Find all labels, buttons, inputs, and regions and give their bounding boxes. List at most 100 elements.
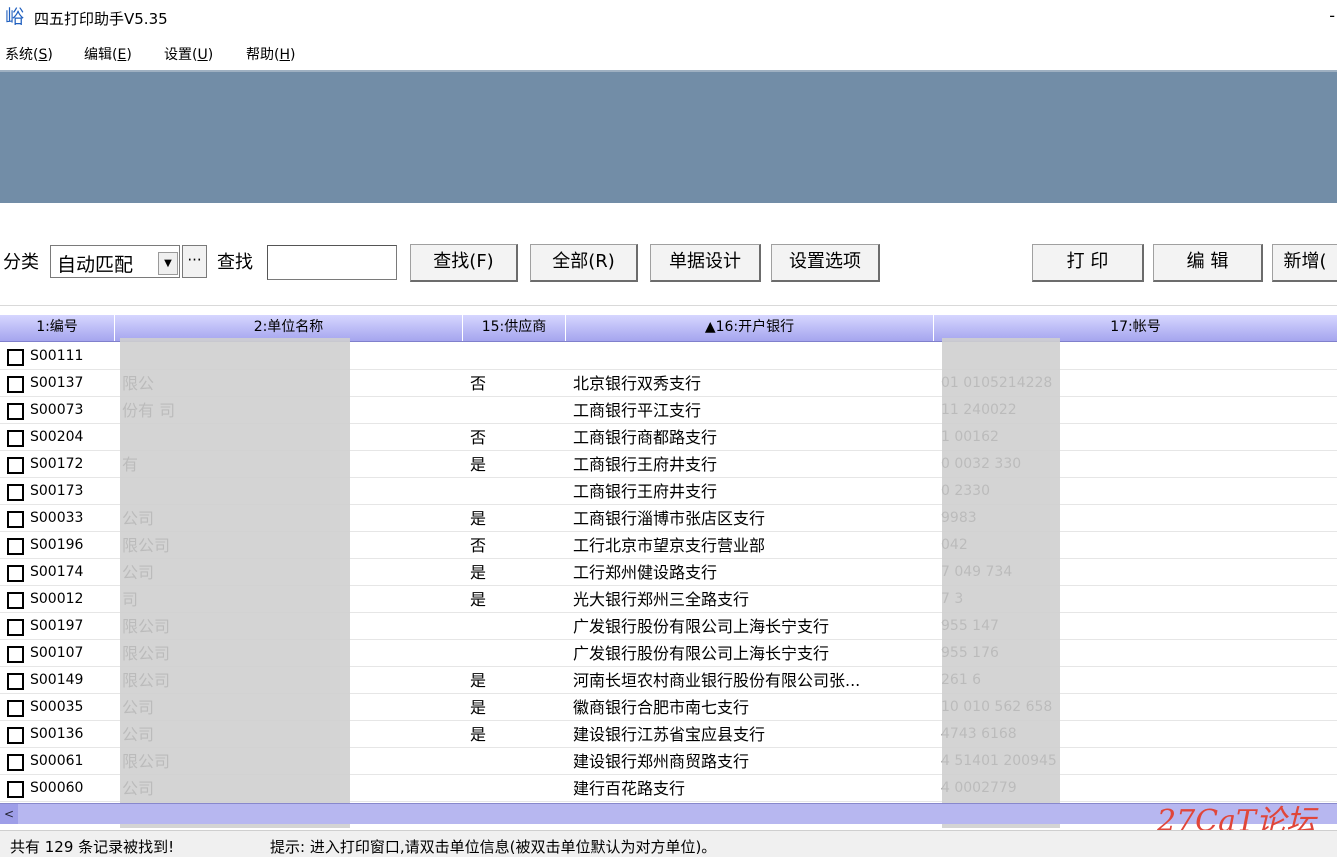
cell-code: S00137 — [30, 375, 84, 391]
cell-supplier: 是 — [470, 725, 487, 744]
cell-code: S00073 — [30, 402, 84, 418]
row-checkbox[interactable] — [7, 484, 24, 501]
row-checkbox[interactable] — [7, 565, 24, 582]
cell-bank: 工行北京市望京支行营业部 — [573, 536, 766, 555]
cell-supplier — [470, 775, 560, 802]
menu-bar: 系统(S) 编辑(E) 设置(U) 帮助(H) — [0, 38, 1337, 68]
cell-supplier: 是 — [470, 698, 487, 717]
cell-bank: 工商银行王府井支行 — [573, 482, 718, 501]
row-checkbox[interactable] — [7, 376, 24, 393]
cell-code: S00172 — [30, 456, 84, 472]
search-input[interactable] — [267, 245, 397, 280]
cell-code: S00107 — [30, 645, 84, 661]
form-design-button[interactable]: 单据设计 — [650, 244, 761, 282]
cell-code: S00060 — [30, 780, 84, 796]
scroll-left-arrow-icon[interactable]: < — [0, 804, 18, 824]
row-checkbox[interactable] — [7, 403, 24, 420]
row-checkbox[interactable] — [7, 673, 24, 690]
cell-bank: 建设银行江苏省宝应县支行 — [573, 725, 766, 744]
title-bar: 峪 四五打印助手V5.35 - — [0, 0, 1337, 36]
cell-supplier — [470, 640, 560, 667]
cell-bank: 广发银行股份有限公司上海长宁支行 — [573, 617, 830, 636]
cell-bank: 工商银行王府井支行 — [573, 455, 718, 474]
cell-code: S00173 — [30, 483, 84, 499]
app-icon: 峪 — [5, 6, 25, 28]
cell-supplier — [470, 397, 560, 424]
cell-supplier — [470, 613, 560, 640]
cell-bank: 建设银行郑州商贸路支行 — [573, 752, 750, 771]
privacy-blur-name — [120, 338, 350, 828]
cell-supplier: 是 — [470, 509, 487, 528]
cell-supplier — [470, 343, 560, 370]
cell-supplier: 否 — [470, 374, 487, 393]
row-checkbox[interactable] — [7, 511, 24, 528]
cell-bank: 工商银行平江支行 — [573, 401, 702, 420]
minimize-button[interactable]: - — [1329, 6, 1335, 25]
col-header-code[interactable]: 1:编号 — [0, 315, 115, 341]
find-button[interactable]: 查找(F) — [410, 244, 518, 282]
cell-bank: 北京银行双秀支行 — [573, 374, 702, 393]
menu-settings[interactable]: 设置(U) — [164, 44, 213, 64]
add-button[interactable]: 新增( — [1272, 244, 1337, 282]
cell-supplier: 是 — [470, 563, 487, 582]
cell-code: S00061 — [30, 753, 84, 769]
row-checkbox[interactable] — [7, 349, 24, 366]
row-checkbox[interactable] — [7, 727, 24, 744]
cell-code: S00197 — [30, 618, 84, 634]
row-checkbox[interactable] — [7, 781, 24, 798]
cell-supplier: 是 — [470, 590, 487, 609]
privacy-blur-account — [942, 338, 1060, 828]
cell-code: S00012 — [30, 591, 84, 607]
row-checkbox[interactable] — [7, 700, 24, 717]
cell-supplier: 是 — [470, 455, 487, 474]
row-checkbox[interactable] — [7, 619, 24, 636]
cell-bank: 河南长垣农村商业银行股份有限公司张... — [573, 671, 861, 690]
cell-code: S00033 — [30, 510, 84, 526]
category-select[interactable]: 自动匹配 ▼ — [50, 245, 180, 278]
category-value: 自动匹配 — [57, 254, 134, 276]
show-all-button[interactable]: 全部(R) — [530, 244, 638, 282]
col-header-bank[interactable]: ▲16:开户银行 — [566, 315, 934, 341]
cell-code: S00174 — [30, 564, 84, 580]
cell-bank: 工商银行商都路支行 — [573, 428, 718, 447]
status-bar: 共有 129 条记录被找到! 提示: 进入打印窗口,请双击单位信息(被双击单位默… — [0, 830, 1337, 857]
cell-bank: 广发银行股份有限公司上海长宁支行 — [573, 644, 830, 663]
print-button[interactable]: 打 印 — [1032, 244, 1144, 282]
cell-code: S00196 — [30, 537, 84, 553]
row-checkbox[interactable] — [7, 646, 24, 663]
cell-bank: 光大银行郑州三全路支行 — [573, 590, 750, 609]
cell-code: S00035 — [30, 699, 84, 715]
cell-supplier: 否 — [470, 536, 487, 555]
status-tip: 提示: 进入打印窗口,请双击单位信息(被双击单位默认为对方单位)。 — [270, 838, 717, 856]
record-count: 共有 129 条记录被找到! — [10, 838, 175, 856]
category-more-button[interactable]: ··· — [182, 245, 207, 278]
banner-area — [0, 70, 1337, 203]
search-label: 查找 — [217, 252, 253, 273]
edit-button[interactable]: 编 辑 — [1153, 244, 1263, 282]
window-title: 四五打印助手V5.35 — [34, 10, 168, 28]
category-label: 分类 — [3, 252, 39, 273]
cell-code: S00136 — [30, 726, 84, 742]
row-checkbox[interactable] — [7, 430, 24, 447]
cell-code: S00149 — [30, 672, 84, 688]
options-button[interactable]: 设置选项 — [771, 244, 880, 282]
row-checkbox[interactable] — [7, 754, 24, 771]
cell-bank: 建行百花路支行 — [573, 779, 686, 798]
row-checkbox[interactable] — [7, 538, 24, 555]
menu-system[interactable]: 系统(S) — [5, 44, 53, 64]
menu-edit[interactable]: 编辑(E) — [84, 44, 132, 64]
cell-code: S00111 — [30, 348, 84, 364]
cell-bank: 徽商银行合肥市南七支行 — [573, 698, 750, 717]
row-checkbox[interactable] — [7, 457, 24, 474]
cell-supplier: 否 — [470, 428, 487, 447]
col-header-supplier[interactable]: 15:供应商 — [463, 315, 566, 341]
menu-help[interactable]: 帮助(H) — [246, 44, 295, 64]
cell-supplier — [470, 748, 560, 775]
dropdown-arrow-icon[interactable]: ▼ — [158, 252, 178, 275]
cell-bank: 工商银行淄博市张店区支行 — [573, 509, 766, 528]
cell-bank — [573, 343, 933, 370]
cell-supplier: 是 — [470, 671, 487, 690]
row-checkbox[interactable] — [7, 592, 24, 609]
cell-code: S00204 — [30, 429, 84, 445]
horizontal-scrollbar[interactable]: < — [0, 803, 1337, 824]
